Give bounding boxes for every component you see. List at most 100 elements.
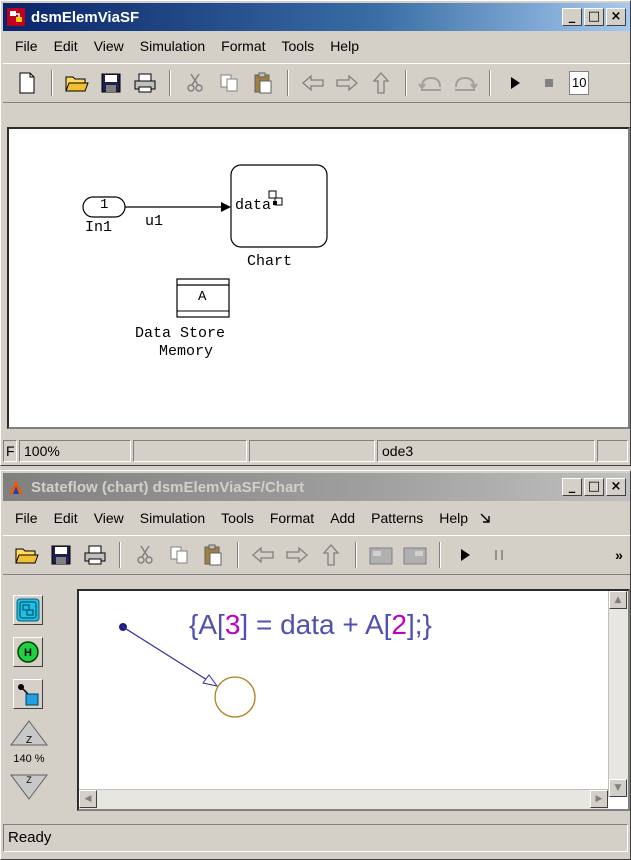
simulink-status-bar: F 100% ode3 [3, 438, 630, 463]
toolbar-separator [119, 542, 121, 568]
signal-arrowhead [221, 202, 231, 212]
stateflow-title: Stateflow (chart) dsmElemViaSF/Chart [31, 478, 305, 496]
stateflow-palette: H Z Z 140 % [7, 589, 77, 811]
rebuild-icon[interactable] [401, 541, 429, 569]
stateflow-toolbar: » [3, 535, 630, 575]
stop-time-input[interactable]: 10 [569, 71, 589, 95]
chart-label[interactable]: Chart [247, 253, 292, 270]
inport-label[interactable]: In1 [85, 219, 112, 236]
status-zoom: 100% [19, 439, 131, 462]
simulink-diagram [82, 164, 328, 318]
toolbar-separator [439, 542, 441, 568]
menu-help[interactable]: Help [431, 510, 476, 526]
redo-icon[interactable] [451, 69, 479, 97]
paste-icon[interactable] [249, 69, 277, 97]
menu-tools[interactable]: Tools [274, 38, 323, 54]
state-tool-icon[interactable] [13, 595, 43, 625]
scroll-up-arrow-icon[interactable]: ▲ [609, 591, 627, 609]
transition-arrowhead [202, 674, 219, 687]
open-folder-icon[interactable] [63, 69, 91, 97]
print-icon[interactable] [81, 541, 109, 569]
minimize-button[interactable]: _ [562, 8, 582, 26]
menu-overflow-icon[interactable] [476, 510, 494, 526]
maximize-button[interactable]: □ [584, 478, 604, 496]
forward-arrow-icon[interactable] [283, 541, 311, 569]
build-icon[interactable] [367, 541, 395, 569]
history-junction-tool-icon[interactable]: H [13, 637, 43, 667]
status-empty-1 [133, 439, 247, 462]
stateflow-title-bar[interactable]: Stateflow (chart) dsmElemViaSF/Chart _ □… [3, 473, 630, 501]
menu-simulation[interactable]: Simulation [132, 510, 213, 526]
simulink-model-canvas[interactable]: 1 In1 u1 data Chart A Data Store Memory [7, 127, 630, 429]
svg-text:Z: Z [26, 775, 32, 785]
save-icon[interactable] [47, 541, 75, 569]
close-button[interactable]: × [606, 478, 626, 496]
stateflow-app-icon [9, 480, 23, 494]
toolbar-overflow-icon[interactable]: » [612, 541, 626, 569]
menu-format[interactable]: Format [213, 38, 273, 54]
up-arrow-icon[interactable] [367, 69, 395, 97]
copy-icon[interactable] [165, 541, 193, 569]
action-part-1: {A[ [189, 609, 225, 640]
menu-add[interactable]: Add [322, 510, 363, 526]
close-button[interactable]: × [606, 8, 626, 26]
menu-edit[interactable]: Edit [46, 510, 86, 526]
menu-view[interactable]: View [86, 510, 132, 526]
scroll-right-arrow-icon[interactable]: ▶ [590, 790, 608, 808]
copy-icon[interactable] [215, 69, 243, 97]
status-empty-2 [249, 439, 375, 462]
play-icon[interactable] [451, 541, 479, 569]
transition-action-label[interactable]: {A[3] = data + A[2];} [189, 609, 432, 641]
menu-format[interactable]: Format [262, 510, 322, 526]
stop-icon[interactable] [535, 69, 563, 97]
scroll-down-arrow-icon[interactable]: ▼ [609, 779, 627, 797]
action-index-2: 2 [391, 609, 407, 640]
data-store-label-line1[interactable]: Data Store [135, 325, 225, 342]
chart-port-label: data [235, 197, 272, 214]
cut-icon[interactable] [181, 69, 209, 97]
back-arrow-icon[interactable] [249, 541, 277, 569]
default-transition-tool-icon[interactable] [13, 679, 43, 709]
scroll-left-arrow-icon[interactable]: ◀ [79, 790, 97, 808]
undo-icon[interactable] [417, 69, 445, 97]
simulink-app-icon [7, 8, 25, 26]
stateflow-chart-canvas[interactable]: {A[3] = data + A[2];} ▲ ▼ ◀ ▶ [77, 589, 630, 811]
print-icon[interactable] [131, 69, 159, 97]
back-arrow-icon[interactable] [299, 69, 327, 97]
simulink-menu-bar: File Edit View Simulation Format Tools H… [3, 33, 630, 59]
toolbar-separator [237, 542, 239, 568]
cut-icon[interactable] [131, 541, 159, 569]
paste-icon[interactable] [199, 541, 227, 569]
minimize-button[interactable]: _ [562, 478, 582, 496]
open-folder-icon[interactable] [13, 541, 41, 569]
toolbar-separator [489, 70, 491, 96]
menu-view[interactable]: View [86, 38, 132, 54]
menu-patterns[interactable]: Patterns [363, 510, 431, 526]
save-icon[interactable] [97, 69, 125, 97]
zoom-level: 140 % [13, 753, 45, 765]
action-index-3: 3 [224, 609, 241, 640]
menu-simulation[interactable]: Simulation [132, 38, 213, 54]
maximize-button[interactable]: □ [584, 8, 604, 26]
up-arrow-icon[interactable] [317, 541, 345, 569]
play-icon[interactable] [501, 69, 529, 97]
menu-edit[interactable]: Edit [46, 38, 86, 54]
simulink-title-bar[interactable]: dsmElemViaSF _ □ × [3, 3, 630, 31]
new-document-icon[interactable] [13, 69, 41, 97]
toolbar-separator [169, 70, 171, 96]
signal-label[interactable]: u1 [145, 213, 163, 230]
simulink-title: dsmElemViaSF [31, 8, 140, 26]
connective-junction [214, 676, 256, 718]
data-store-label-line2[interactable]: Memory [159, 343, 213, 360]
vertical-scrollbar[interactable]: ▲ ▼ [608, 591, 628, 797]
menu-help[interactable]: Help [322, 38, 367, 54]
menu-tools[interactable]: Tools [213, 510, 262, 526]
menu-file[interactable]: File [7, 510, 46, 526]
data-store-value: A [198, 289, 207, 305]
action-part-2: ] = data + A[ [240, 609, 392, 640]
horizontal-scrollbar[interactable]: ◀ ▶ [79, 789, 608, 809]
menu-file[interactable]: File [7, 38, 46, 54]
forward-arrow-icon[interactable] [333, 69, 361, 97]
pause-icon[interactable] [485, 541, 513, 569]
zoom-control[interactable]: Z Z 140 % [7, 717, 51, 807]
